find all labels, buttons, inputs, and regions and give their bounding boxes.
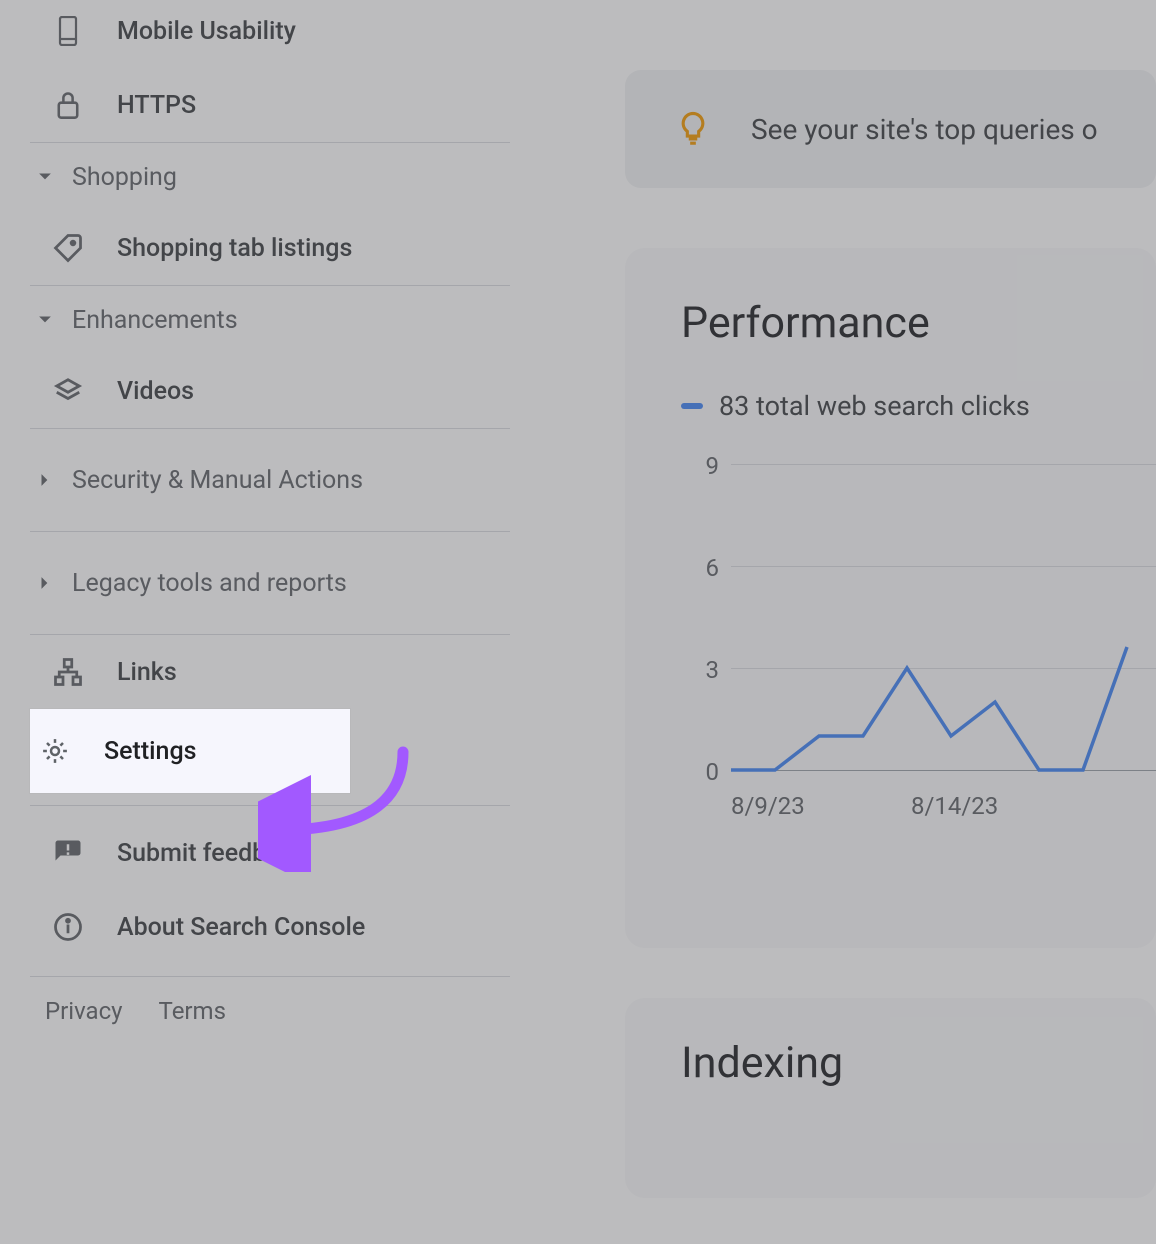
phone-icon	[53, 16, 83, 46]
sidebar-item-label: Settings	[104, 737, 197, 766]
privacy-link[interactable]: Privacy	[45, 997, 123, 1025]
legend-swatch	[681, 403, 703, 409]
sidebar-item-about[interactable]: About Search Console	[0, 890, 530, 964]
chart-line	[731, 452, 1156, 782]
sidebar-item-label: About Search Console	[117, 913, 365, 942]
chevron-down-icon	[38, 172, 52, 182]
indexing-title: Indexing	[681, 1038, 1156, 1088]
terms-link[interactable]: Terms	[159, 997, 226, 1025]
sidebar-item-label: Shopping tab listings	[117, 234, 352, 263]
sidebar-item-label: Links	[117, 658, 177, 687]
layers-icon	[53, 376, 83, 406]
performance-card: Performance 83 total web search clicks 9…	[625, 248, 1156, 948]
chevron-down-icon	[38, 315, 52, 325]
sidebar-item-label: Videos	[117, 377, 194, 406]
sidebar-item-mobile-usability[interactable]: Mobile Usability	[0, 0, 530, 68]
sidebar-item-shopping-tab[interactable]: Shopping tab listings	[0, 211, 530, 285]
tag-icon	[53, 233, 83, 263]
y-tick: 9	[689, 452, 719, 480]
chevron-right-icon	[38, 473, 52, 487]
sidebar-item-links[interactable]: Links	[0, 635, 530, 709]
gear-icon	[40, 736, 70, 766]
sidebar-item-videos[interactable]: Videos	[0, 354, 530, 428]
sitemap-icon	[53, 657, 83, 687]
sidebar-item-https[interactable]: HTTPS	[0, 68, 530, 142]
section-label: Legacy tools and reports	[72, 569, 347, 598]
sidebar-section-security[interactable]: Security & Manual Actions	[0, 429, 530, 531]
section-label: Security & Manual Actions	[72, 466, 363, 495]
performance-chart: 9 6 3 0 8/9/23 8/14/23	[681, 452, 1156, 832]
lock-icon	[53, 90, 83, 120]
feedback-icon	[53, 838, 83, 868]
chevron-right-icon	[38, 576, 52, 590]
sidebar-item-submit-feedback[interactable]: Submit feedback	[0, 816, 530, 890]
performance-title: Performance	[681, 298, 1156, 348]
sidebar-item-label: HTTPS	[117, 91, 196, 120]
y-tick: 3	[689, 656, 719, 684]
sidebar: Mobile Usability HTTPS Shopping Shopping…	[0, 0, 530, 1244]
sidebar-item-label: Mobile Usability	[117, 17, 296, 46]
y-tick: 6	[689, 554, 719, 582]
sidebar-item-label: Submit feedback	[117, 839, 306, 868]
indexing-card: Indexing	[625, 998, 1156, 1198]
tip-card[interactable]: See your site's top queries o	[625, 70, 1156, 188]
tip-text: See your site's top queries o	[751, 113, 1098, 146]
sidebar-item-settings[interactable]: Settings	[30, 709, 350, 793]
divider	[30, 805, 510, 806]
section-label: Shopping	[72, 163, 177, 192]
sidebar-section-shopping[interactable]: Shopping	[0, 143, 530, 211]
footer-links: Privacy Terms	[0, 977, 530, 1045]
info-icon	[53, 912, 83, 942]
y-tick: 0	[689, 758, 719, 786]
sidebar-section-legacy[interactable]: Legacy tools and reports	[0, 532, 530, 634]
chart-legend: 83 total web search clicks	[681, 390, 1156, 422]
x-tick: 8/9/23	[731, 792, 805, 820]
lightbulb-icon	[675, 111, 711, 147]
main-content: See your site's top queries o Performanc…	[530, 0, 1156, 1244]
section-label: Enhancements	[72, 306, 238, 335]
x-tick: 8/14/23	[911, 792, 998, 820]
legend-label: 83 total web search clicks	[719, 390, 1030, 422]
sidebar-section-enhancements[interactable]: Enhancements	[0, 286, 530, 354]
